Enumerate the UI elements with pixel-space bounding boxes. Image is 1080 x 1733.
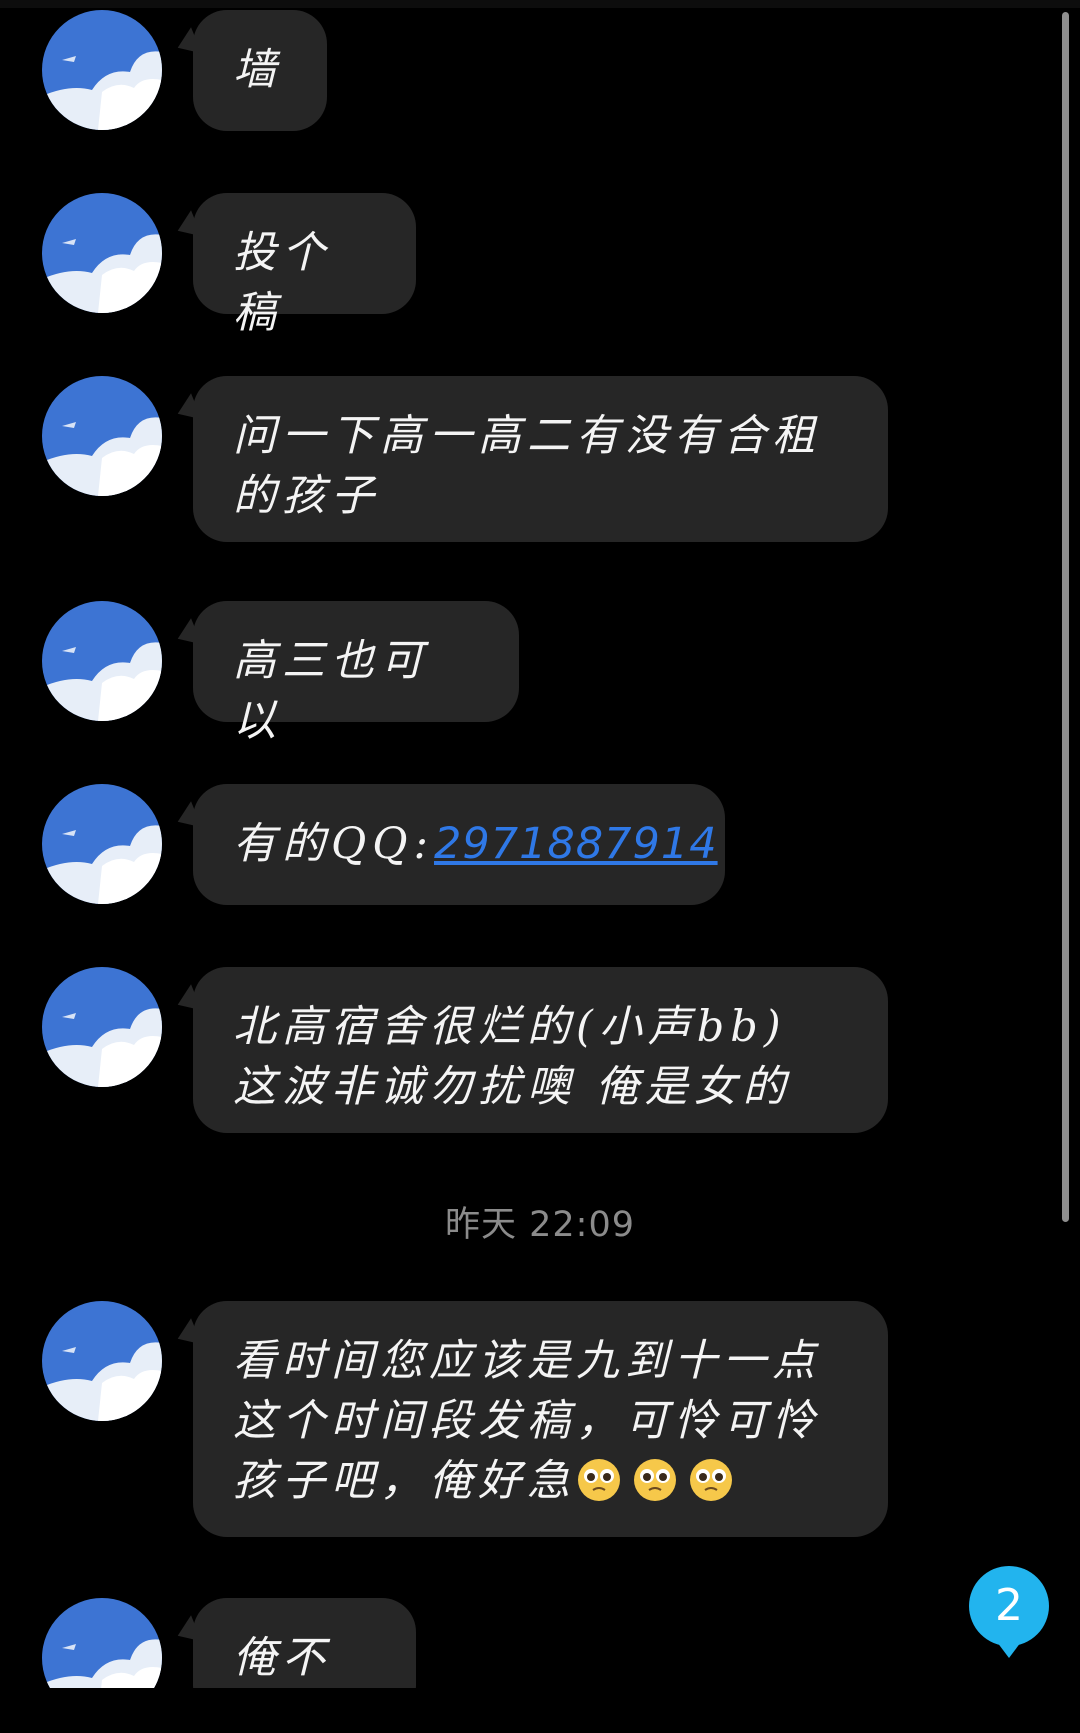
message-text: 北高宿舍很烂的(小声bb) 这波非诚勿扰噢 俺是女的 xyxy=(233,1002,792,1112)
sky-cloud-avatar-icon xyxy=(42,967,162,1087)
message-text: 投个稿 xyxy=(233,228,331,338)
message-bubble[interactable]: 高三也可以 xyxy=(193,601,519,746)
message-text: 有的QQ: xyxy=(233,819,434,869)
sender-avatar[interactable] xyxy=(42,967,162,1087)
sky-cloud-avatar-icon xyxy=(42,193,162,313)
chat-message-list[interactable]: 墙 投个稿 问一下高一高二有没有合租的孩子 高三也可以 有的QQ:2971887… xyxy=(0,0,1080,1688)
message-timestamp: 昨天 22:09 xyxy=(445,1205,635,1245)
sky-cloud-avatar-icon xyxy=(42,1598,162,1688)
message-bubble[interactable]: 俺不匿 xyxy=(193,1598,416,1688)
sky-cloud-avatar-icon xyxy=(42,784,162,904)
message-bubble[interactable]: 问一下高一高二有没有合租的孩子 xyxy=(193,376,888,542)
sender-avatar[interactable] xyxy=(42,1301,162,1421)
sender-avatar[interactable] xyxy=(42,10,162,130)
sky-cloud-avatar-icon xyxy=(42,601,162,721)
message-text: 高三也可以 xyxy=(233,636,429,746)
sky-cloud-avatar-icon xyxy=(42,10,162,130)
message-bubble[interactable]: 北高宿舍很烂的(小声bb) 这波非诚勿扰噢 俺是女的 xyxy=(193,967,888,1133)
message-bubble[interactable]: 有的QQ:2971887914 xyxy=(193,784,725,905)
message-text: 墙 xyxy=(233,45,282,95)
sender-avatar[interactable] xyxy=(42,1598,162,1688)
message-bubble[interactable]: 看时间您应该是九到十一点这个时间段发稿，可怜可怜孩子吧，俺好急 xyxy=(193,1301,888,1537)
sender-avatar[interactable] xyxy=(42,193,162,313)
sender-avatar[interactable] xyxy=(42,601,162,721)
sky-cloud-avatar-icon xyxy=(42,376,162,496)
qq-number-link[interactable]: 2971887914 xyxy=(434,819,718,869)
message-text: 问一下高一高二有没有合租的孩子 xyxy=(233,411,821,521)
message-text: 俺不匿 xyxy=(233,1633,331,1683)
pleading-face-emoji-icon xyxy=(688,1457,734,1503)
message-bubble[interactable]: 墙 xyxy=(193,10,327,131)
scrollbar[interactable] xyxy=(1062,12,1069,1222)
sender-avatar[interactable] xyxy=(42,784,162,904)
pleading-face-emoji-icon xyxy=(576,1457,622,1503)
pleading-face-emoji-icon xyxy=(632,1457,678,1503)
sky-cloud-avatar-icon xyxy=(42,1301,162,1421)
message-bubble[interactable]: 投个稿 xyxy=(193,193,416,338)
sender-avatar[interactable] xyxy=(42,376,162,496)
unread-count-badge[interactable]: 2 xyxy=(969,1566,1049,1658)
